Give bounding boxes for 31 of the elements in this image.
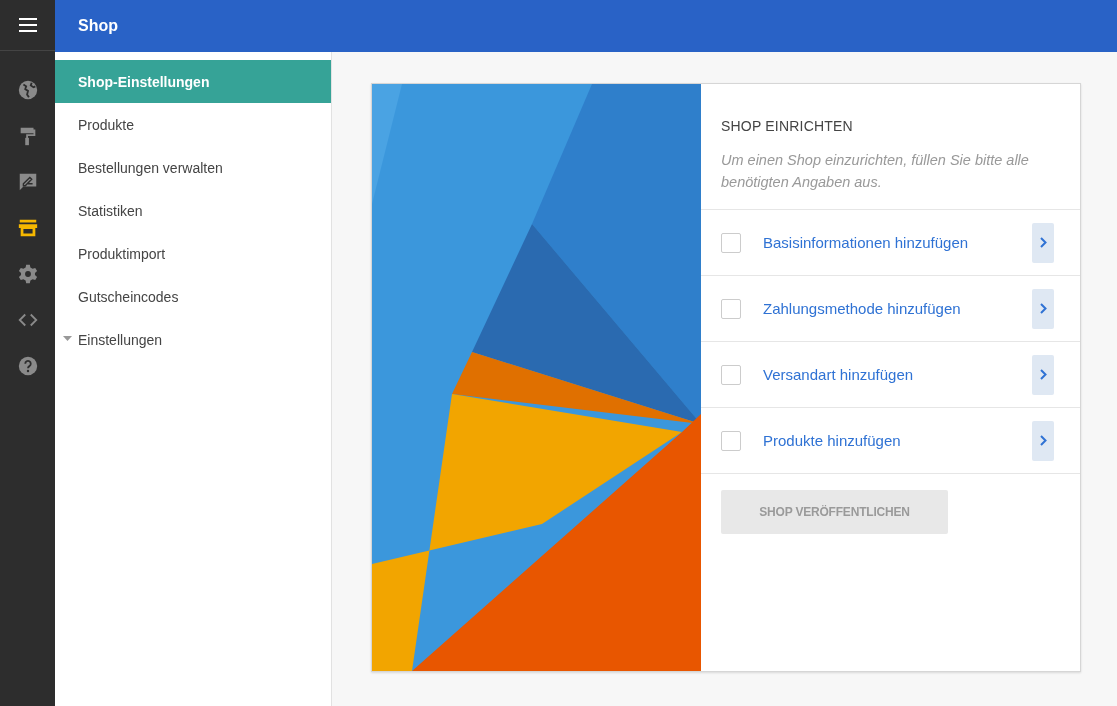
caret-icon	[63, 336, 72, 341]
task-link[interactable]: Versandart hinzufügen	[763, 366, 1032, 383]
globe-icon	[16, 79, 39, 101]
chevron-right-icon	[1039, 303, 1047, 314]
task-link[interactable]: Basisinformationen hinzufügen	[763, 234, 1032, 251]
sidebar-item[interactable]: Bestellungen verwalten	[55, 146, 331, 189]
next-button[interactable]	[1032, 420, 1054, 461]
sidebar-item[interactable]: Gutscheincodes	[55, 275, 331, 318]
settings-icon	[16, 263, 39, 285]
next-button[interactable]	[1032, 354, 1054, 395]
sidebar-item[interactable]: Einstellungen	[55, 318, 331, 361]
card-title: SHOP EINRICHTEN	[721, 118, 854, 134]
chevron-right-icon	[1039, 369, 1047, 380]
task-link[interactable]: Zahlungsmethode hinzufügen	[763, 300, 1032, 317]
sidebar-item[interactable]: Produktimport	[55, 232, 331, 275]
checkbox[interactable]	[721, 298, 741, 319]
sidebar-item[interactable]: Statistiken	[55, 189, 331, 232]
checkbox[interactable]	[721, 430, 741, 451]
card-description: Um einen Shop einzurichten, füllen Sie bitte alle benötigten Angaben aus.	[721, 151, 1030, 192]
help-icon	[16, 355, 39, 377]
chevron-right-icon	[1039, 435, 1047, 446]
app-title: Shop	[78, 17, 118, 35]
next-button[interactable]	[1032, 222, 1054, 263]
sidebar-item[interactable]: Produkte	[55, 103, 331, 146]
checkbox[interactable]	[721, 364, 741, 385]
next-button[interactable]	[1032, 288, 1054, 329]
task-link[interactable]: Produkte hinzufügen	[763, 432, 1032, 449]
menu-icon	[18, 18, 37, 32]
store-icon	[16, 217, 39, 239]
checkbox[interactable]	[721, 232, 741, 253]
chevron-right-icon	[1039, 237, 1047, 248]
